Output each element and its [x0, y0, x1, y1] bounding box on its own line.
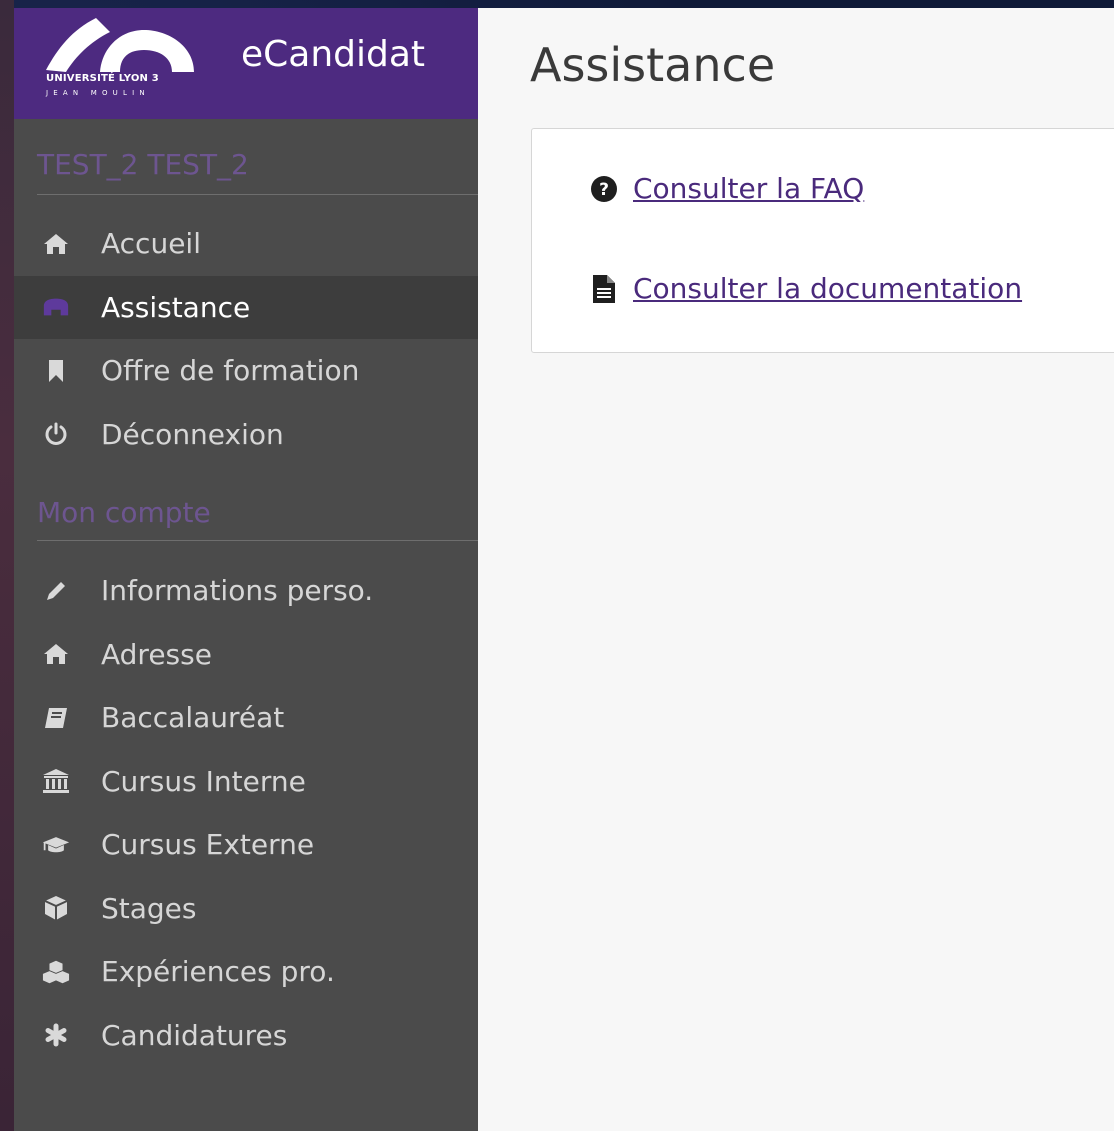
home-icon: [42, 230, 70, 258]
sidebar-item-experiences-pro[interactable]: Expériences pro.: [14, 940, 478, 1004]
main-menu: Accueil Assistance Offre de formation Dé…: [14, 212, 478, 466]
cubes-icon: [42, 958, 70, 986]
faq-link[interactable]: Consulter la FAQ: [633, 172, 864, 205]
account-menu: Informations perso. Adresse Baccalauréat…: [14, 559, 478, 1067]
university-logo: UNIVERSITÉ LYON 3 JEAN MOULIN: [44, 14, 200, 106]
sidebar-item-label: Expériences pro.: [101, 955, 335, 989]
sidebar-item-assistance[interactable]: Assistance: [14, 275, 478, 339]
sidebar-item-label: Offre de formation: [101, 354, 360, 388]
background-strip: [0, 0, 14, 1131]
documentation-link-row: Consulter la documentation: [590, 272, 1022, 305]
sidebar-item-cursus-interne[interactable]: Cursus Interne: [14, 750, 478, 814]
assistance-panel: ? Consulter la FAQ Consulter la document…: [531, 128, 1114, 353]
brand-header: UNIVERSITÉ LYON 3 JEAN MOULIN eCandidat: [14, 8, 478, 119]
institution-icon: [42, 767, 70, 795]
cube-icon: [42, 894, 70, 922]
sidebar-item-label: Cursus Externe: [101, 828, 315, 862]
sidebar-item-baccalaureat[interactable]: Baccalauréat: [14, 686, 478, 750]
faq-link-row: ? Consulter la FAQ: [590, 172, 864, 205]
sidebar-item-label: Accueil: [101, 227, 201, 261]
sidebar-item-adresse[interactable]: Adresse: [14, 623, 478, 687]
sidebar-item-label: Déconnexion: [101, 417, 284, 451]
logo-text-line2: JEAN MOULIN: [46, 89, 150, 97]
sidebar-item-label: Cursus Interne: [101, 764, 306, 798]
bookmark-icon: [42, 357, 70, 385]
sidebar-item-label: Assistance: [101, 290, 251, 324]
asterisk-icon: [42, 1021, 70, 1049]
page-title: Assistance: [530, 38, 776, 92]
pencil-icon: [42, 577, 70, 605]
app-title: eCandidat: [241, 34, 426, 75]
sidebar-item-stages[interactable]: Stages: [14, 877, 478, 941]
home-icon: [42, 640, 70, 668]
sidebar-item-label: Informations perso.: [101, 574, 374, 608]
sidebar-item-cursus-externe[interactable]: Cursus Externe: [14, 813, 478, 877]
sidebar-item-accueil[interactable]: Accueil: [14, 212, 478, 276]
logo-text-line1: UNIVERSITÉ LYON 3: [46, 73, 159, 84]
logo-arches-icon: [46, 18, 194, 72]
documentation-link[interactable]: Consulter la documentation: [633, 272, 1022, 305]
question-circle-icon: ?: [590, 175, 618, 203]
power-icon: [42, 420, 70, 448]
life-ring-icon: [42, 293, 70, 321]
main-content: Assistance ? Consulter la FAQ Consulter …: [478, 8, 1114, 1131]
file-text-icon: [590, 274, 618, 304]
sidebar-item-deconnexion[interactable]: Déconnexion: [14, 403, 478, 467]
sidebar-item-candidatures[interactable]: Candidatures: [14, 1004, 478, 1068]
sidebar: UNIVERSITÉ LYON 3 JEAN MOULIN eCandidat …: [14, 8, 478, 1131]
book-icon: [42, 704, 70, 732]
user-name-header: TEST_2 TEST_2: [37, 119, 478, 195]
account-section-header: Mon compte: [37, 470, 478, 541]
sidebar-item-label: Baccalauréat: [101, 701, 285, 735]
sidebar-item-label: Stages: [101, 891, 197, 925]
sidebar-item-label: Adresse: [101, 637, 212, 671]
sidebar-item-label: Candidatures: [101, 1018, 288, 1052]
sidebar-item-offre-de-formation[interactable]: Offre de formation: [14, 339, 478, 403]
sidebar-item-informations-perso[interactable]: Informations perso.: [14, 559, 478, 623]
svg-text:?: ?: [599, 180, 609, 200]
graduation-cap-icon: [42, 831, 70, 859]
